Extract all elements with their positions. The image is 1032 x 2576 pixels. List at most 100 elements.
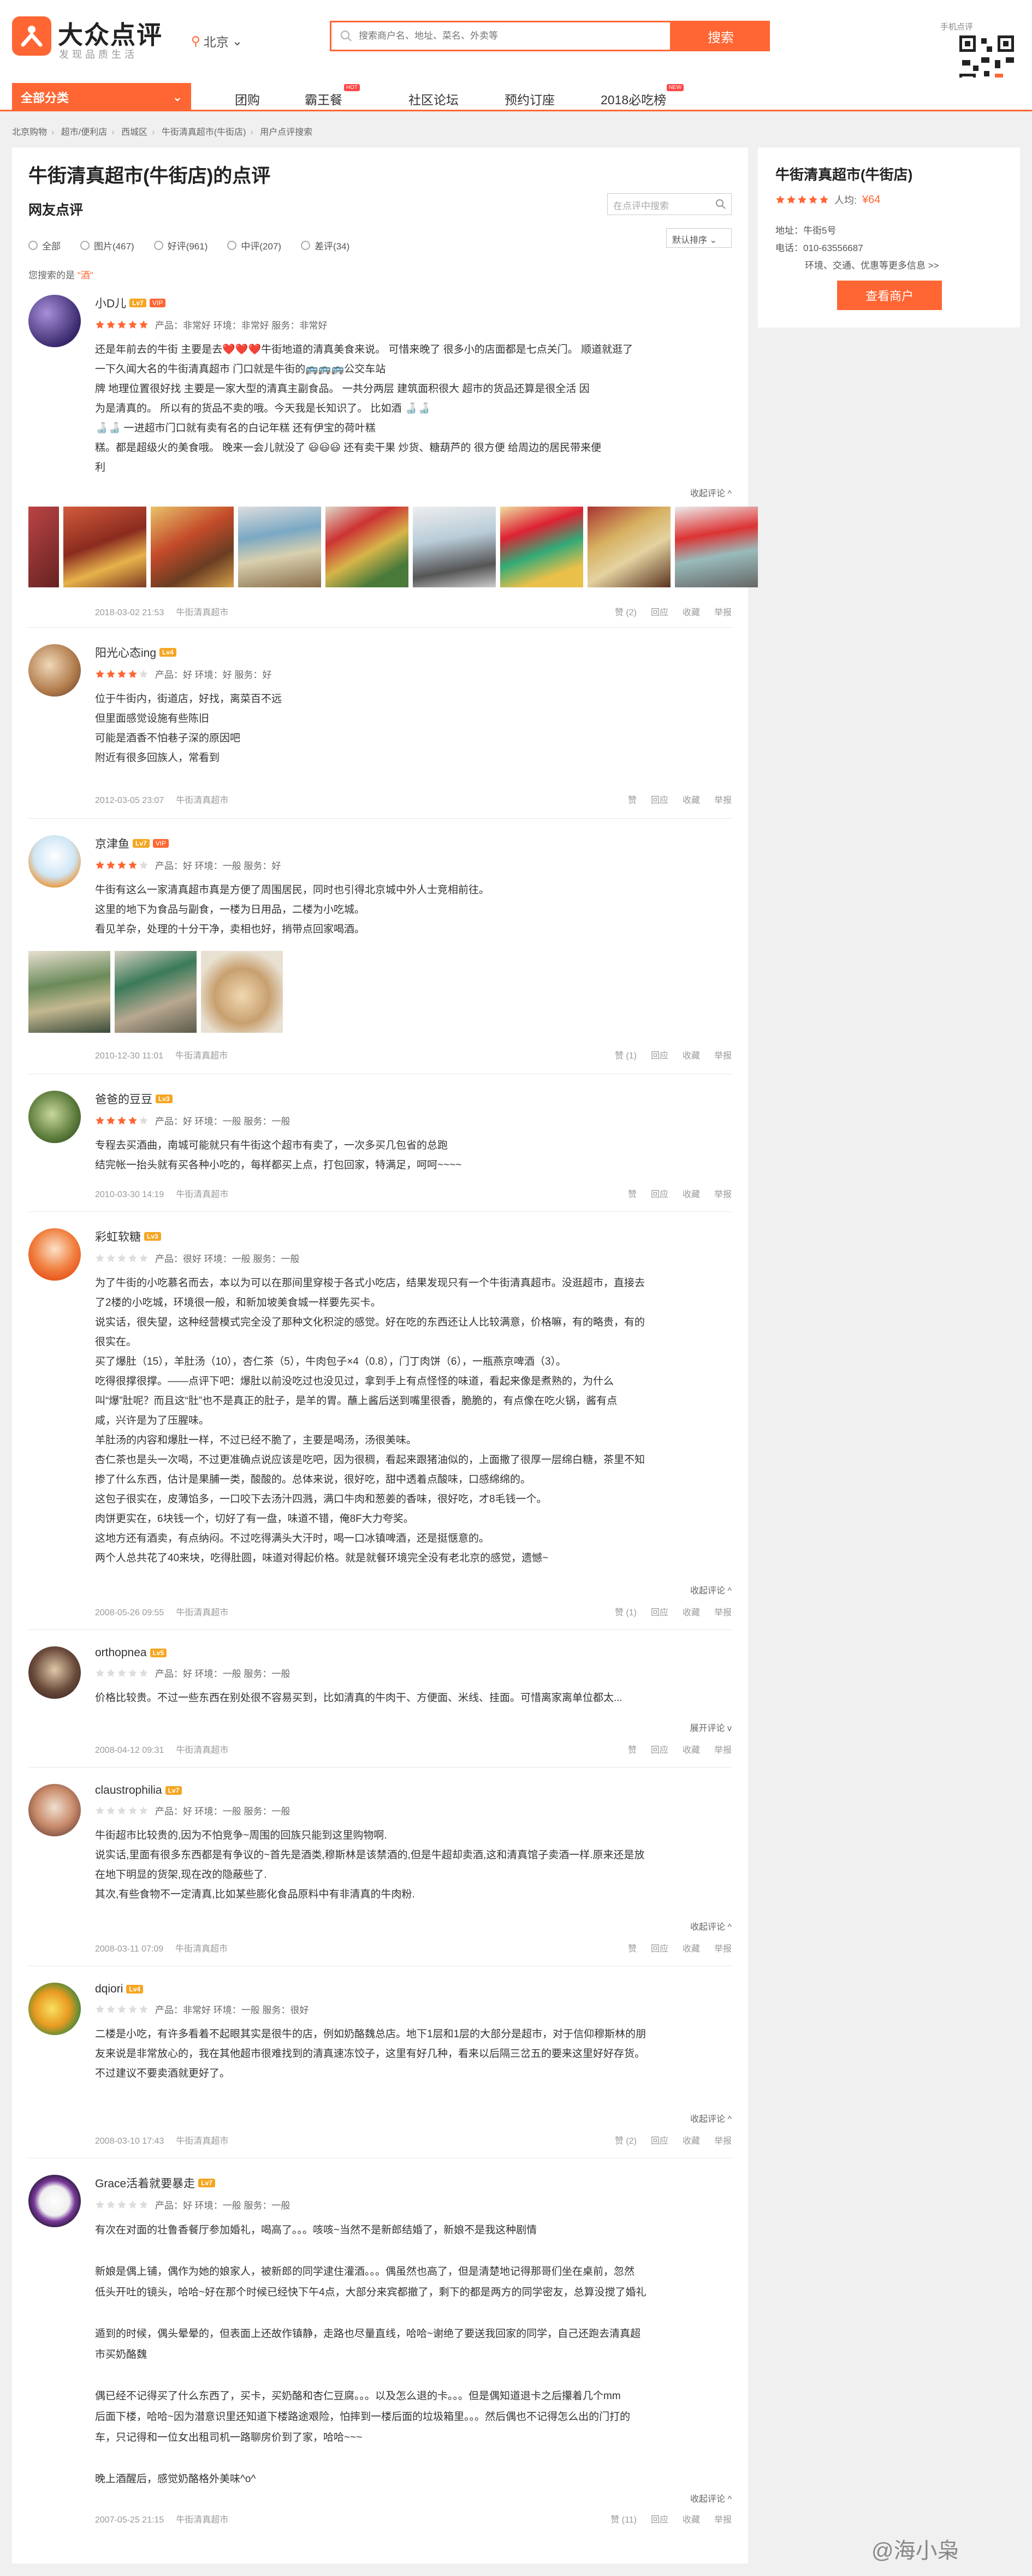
review-username[interactable]: 彩虹软糖 Lv3	[95, 1228, 732, 1245]
like-button[interactable]: 赞 (1)	[615, 1605, 637, 1618]
avatar[interactable]	[28, 1983, 81, 2035]
review-username[interactable]: 阳光心态ing Lv4	[95, 644, 732, 661]
avatar[interactable]	[28, 835, 81, 888]
nav-item-must-eat[interactable]: 2018必吃榜 NEW	[601, 84, 684, 108]
review-username[interactable]: Grace活着就要暴走 Lv7	[95, 2175, 732, 2191]
reply-button[interactable]: 回应	[651, 1605, 668, 1618]
review-shop-link[interactable]: 牛街清真超市	[176, 796, 228, 805]
review-photo[interactable]	[238, 507, 321, 587]
avatar[interactable]	[28, 2175, 81, 2227]
search-button[interactable]: 搜索	[672, 21, 770, 51]
avatar[interactable]	[28, 295, 81, 347]
expand-review-link[interactable]: 展开评论 v	[690, 1721, 732, 1734]
review-username[interactable]: orthopnea Lv5	[95, 1646, 732, 1659]
like-button[interactable]: 赞	[628, 1742, 637, 1756]
search-input[interactable]	[359, 27, 665, 45]
review-username[interactable]: dqiori Lv4	[95, 1983, 732, 1996]
review-photo[interactable]	[151, 507, 234, 587]
reply-button[interactable]: 回应	[651, 1941, 668, 1954]
breadcrumb-item[interactable]: 北京购物	[12, 128, 47, 137]
collapse-review-link[interactable]: 收起评论 ^	[690, 1919, 732, 1932]
report-button[interactable]: 举报	[714, 1048, 732, 1061]
breadcrumb-item[interactable]: 牛街清真超市(牛街店)	[162, 128, 246, 137]
collapse-review-link[interactable]: 收起评论 ^	[690, 486, 732, 499]
review-photo[interactable]	[588, 507, 671, 587]
favorite-button[interactable]: 收藏	[683, 1742, 700, 1756]
breadcrumb-item[interactable]: 超市/便利店	[61, 128, 107, 137]
favorite-button[interactable]: 收藏	[683, 1941, 700, 1954]
avatar[interactable]	[28, 644, 81, 697]
filter-good[interactable]: 好评(961)	[153, 239, 207, 252]
collapse-review-link[interactable]: 收起评论 ^	[690, 1583, 732, 1596]
review-username[interactable]: 小D儿 Lv7 VIP	[95, 295, 732, 311]
reply-button[interactable]: 回应	[651, 605, 668, 618]
review-shop-link[interactable]: 牛街清真超市	[176, 1608, 228, 1617]
review-username[interactable]: 京津鱼 Lv7 VIP	[95, 835, 732, 852]
review-shop-link[interactable]: 牛街清真超市	[176, 2137, 228, 2146]
review-photo[interactable]	[325, 507, 408, 587]
city-selector[interactable]: ⚲ 北京 ⌄	[191, 32, 242, 50]
avatar[interactable]	[28, 1091, 81, 1143]
nav-item-bawangcan[interactable]: 霸王餐 HOT	[305, 84, 360, 108]
review-shop-link[interactable]: 牛街清真超市	[175, 1051, 228, 1061]
report-button[interactable]: 举报	[714, 2512, 732, 2525]
avatar[interactable]	[28, 1784, 81, 1836]
filter-photos[interactable]: 图片(467)	[80, 239, 134, 252]
review-photo[interactable]	[115, 951, 197, 1033]
reply-button[interactable]: 回应	[651, 2133, 668, 2146]
review-shop-link[interactable]: 牛街清真超市	[176, 608, 228, 617]
filter-medium[interactable]: 中评(207)	[227, 239, 281, 252]
reply-button[interactable]: 回应	[651, 1048, 668, 1061]
review-shop-link[interactable]: 牛街清真超市	[175, 1944, 228, 1954]
favorite-button[interactable]: 收藏	[683, 605, 700, 618]
review-photo[interactable]	[500, 507, 583, 587]
like-button[interactable]: 赞 (2)	[615, 605, 637, 618]
favorite-button[interactable]: 收藏	[683, 1048, 700, 1061]
report-button[interactable]: 举报	[714, 1941, 732, 1954]
review-photo[interactable]	[675, 507, 758, 587]
nav-item-forum[interactable]: 社区论坛	[408, 90, 459, 108]
review-username[interactable]: 爸爸的豆豆 Lv3	[95, 1091, 732, 1107]
favorite-button[interactable]: 收藏	[683, 2133, 700, 2146]
avatar[interactable]	[28, 1228, 81, 1281]
reply-button[interactable]: 回应	[651, 2512, 668, 2525]
report-button[interactable]: 举报	[714, 1187, 732, 1200]
nav-item-tuangou[interactable]: 团购	[235, 90, 260, 108]
sort-select[interactable]: 默认排序 ⌄	[666, 228, 732, 248]
reply-button[interactable]: 回应	[651, 793, 668, 806]
favorite-button[interactable]: 收藏	[683, 1605, 700, 1618]
review-photo[interactable]	[413, 507, 496, 587]
favorite-button[interactable]: 收藏	[683, 1187, 700, 1200]
nav-item-booking[interactable]: 预约订座	[505, 90, 555, 108]
shop-more-info-link[interactable]: 环境、交通、优惠等更多信息 >>	[775, 257, 1003, 275]
review-shop-link[interactable]: 牛街清真超市	[176, 1746, 228, 1755]
review-photo[interactable]	[28, 507, 59, 587]
avatar[interactable]	[28, 1646, 81, 1699]
report-button[interactable]: 举报	[714, 793, 732, 806]
collapse-review-link[interactable]: 收起评论 ^	[690, 2111, 732, 2125]
like-button[interactable]: 赞	[628, 1941, 637, 1954]
report-button[interactable]: 举报	[714, 1742, 732, 1756]
favorite-button[interactable]: 收藏	[683, 2512, 700, 2525]
like-button[interactable]: 赞	[628, 1187, 637, 1200]
review-photo[interactable]	[201, 951, 283, 1033]
all-categories-button[interactable]: 全部分类 ⌄	[12, 83, 191, 111]
report-button[interactable]: 举报	[714, 605, 732, 618]
review-username[interactable]: claustrophilia Lv7	[95, 1784, 732, 1797]
filter-bad[interactable]: 差评(34)	[301, 239, 349, 252]
review-photo[interactable]	[63, 507, 146, 587]
review-photo[interactable]	[28, 951, 110, 1033]
report-button[interactable]: 举报	[714, 1605, 732, 1618]
reply-button[interactable]: 回应	[651, 1187, 668, 1200]
review-shop-link[interactable]: 牛街清真超市	[176, 2515, 228, 2525]
shop-name[interactable]: 牛街清真超市(牛街店)	[775, 164, 1003, 184]
collapse-review-link[interactable]: 收起评论 ^	[690, 2491, 732, 2504]
like-button[interactable]: 赞 (2)	[615, 2133, 637, 2146]
reply-button[interactable]: 回应	[651, 1742, 668, 1756]
review-shop-link[interactable]: 牛街清真超市	[176, 1190, 228, 1199]
like-button[interactable]: 赞 (1)	[615, 1048, 637, 1061]
like-button[interactable]: 赞	[628, 793, 637, 806]
report-button[interactable]: 举报	[714, 2133, 732, 2146]
view-shop-button[interactable]: 查看商户	[837, 281, 942, 310]
dianping-logo[interactable]	[12, 16, 51, 56]
